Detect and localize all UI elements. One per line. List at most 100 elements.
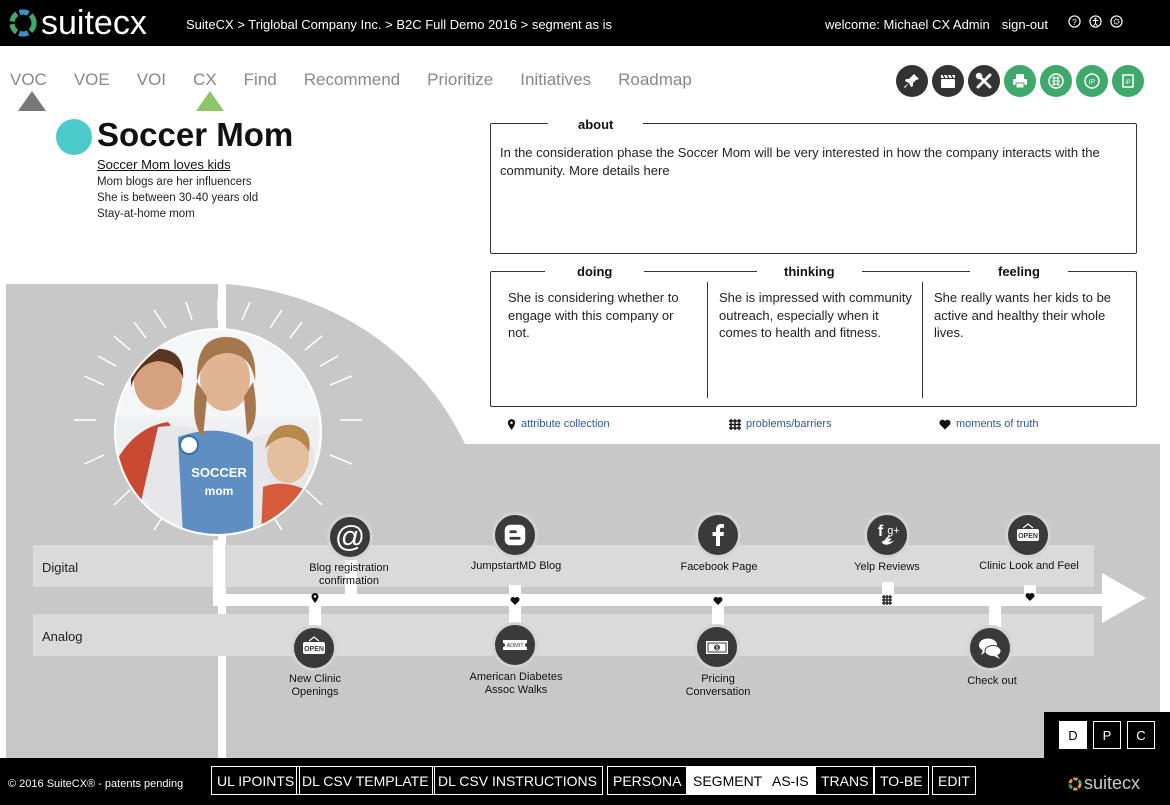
tools-icon[interactable]: [968, 65, 1000, 97]
problem-barrier-icon[interactable]: [882, 595, 892, 605]
ul-ipoints-button[interactable]: UL IPOINTS: [211, 766, 301, 795]
svg-text:g+: g+: [887, 525, 899, 537]
footer-logo: suitecx: [1068, 773, 1140, 794]
chat-bubbles-icon[interactable]: [967, 625, 1013, 671]
dl-csv-instructions-button[interactable]: DL CSV INSTRUCTIONS: [432, 766, 603, 795]
facebook-icon[interactable]: [695, 512, 741, 558]
barrier-icon: [729, 418, 741, 430]
nav-find[interactable]: Find: [244, 70, 277, 90]
persona-attribute: She is between 30-40 years old: [97, 192, 259, 204]
svg-text:ADMIT: ADMIT: [506, 643, 524, 649]
svg-text:SOCCER: SOCCER: [191, 465, 247, 480]
legend-moments-label: moments of truth: [956, 418, 1039, 430]
svg-text:f: f: [878, 523, 884, 540]
touchpoint-label: JumpstartMD Blog: [470, 560, 562, 572]
view-toggle-c[interactable]: C: [1127, 721, 1155, 749]
open-sign-icon[interactable]: OPEN: [291, 625, 337, 671]
pin-icon: [507, 418, 516, 430]
breadcrumb-company[interactable]: Triglobal Company Inc.: [248, 17, 381, 32]
logo-text: suitecx: [41, 4, 147, 42]
nav-initiatives[interactable]: Initiatives: [520, 70, 591, 90]
svg-text:OPEN: OPEN: [304, 646, 324, 653]
legend-problems[interactable]: problems/barriers: [729, 418, 832, 430]
nav-cx[interactable]: CX: [193, 70, 217, 90]
moment-of-truth-heart-icon[interactable]: [713, 596, 723, 606]
moment-of-truth-heart-icon[interactable]: [510, 596, 520, 606]
breadcrumb-project[interactable]: B2C Full Demo 2016: [396, 17, 517, 32]
toolbar: iP iP: [896, 65, 1144, 97]
svg-text:iP: iP: [1089, 79, 1096, 86]
ip-report-icon[interactable]: iP: [1112, 65, 1144, 97]
touchpoint-label: New Clinic Openings: [289, 673, 341, 698]
grid-icon[interactable]: [1040, 65, 1072, 97]
admit-ticket-icon[interactable]: ADMIT: [492, 622, 538, 668]
view-toggle-d[interactable]: D: [1059, 721, 1087, 749]
cash-icon[interactable]: $: [694, 624, 740, 670]
cx-active-indicator-arrow: [196, 91, 224, 111]
open-sign-icon[interactable]: OPEN: [1005, 512, 1051, 558]
suitecx-logo[interactable]: suitecx: [8, 4, 147, 42]
blogger-icon[interactable]: [492, 512, 538, 558]
settings-icon[interactable]: [1110, 15, 1123, 28]
nav-voe[interactable]: VOE: [74, 70, 110, 90]
edit-button[interactable]: EDIT: [932, 766, 976, 795]
doing-title: doing: [545, 264, 645, 279]
as-is-button[interactable]: AS-IS: [766, 766, 815, 795]
legend-attribute-label: attribute collection: [521, 418, 610, 430]
view-toggle-p[interactable]: P: [1093, 721, 1121, 749]
nav-voi[interactable]: VOI: [137, 70, 166, 90]
analog-lane: [33, 614, 1094, 656]
ip-export-icon[interactable]: iP: [1076, 65, 1108, 97]
social-icons-cluster[interactable]: f g+: [864, 512, 910, 558]
breadcrumb-separator: >: [233, 17, 249, 32]
persona-color-dot: [56, 119, 92, 155]
at-sign-icon[interactable]: @: [327, 514, 373, 560]
trans-button[interactable]: TRANS: [815, 766, 875, 795]
breadcrumb-separator: >: [381, 17, 397, 32]
legend-moments[interactable]: moments of truth: [939, 418, 1039, 430]
analog-lane-label: Analog: [42, 629, 83, 644]
touchpoint-label: Check out: [967, 675, 1017, 687]
legend-problems-label: problems/barriers: [746, 418, 832, 430]
help-icon[interactable]: ?: [1068, 15, 1081, 28]
user-name: Michael CX Admin: [883, 17, 990, 32]
persona-attribute: Mom blogs are her influencers: [97, 176, 252, 188]
svg-text:?: ?: [1072, 17, 1077, 27]
breadcrumb-current: segment as is: [531, 17, 613, 32]
persona-button[interactable]: PERSONA: [607, 766, 688, 795]
legend-attribute[interactable]: attribute collection: [507, 418, 610, 430]
breadcrumb-suitecx[interactable]: SuiteCX: [186, 17, 234, 32]
print-icon[interactable]: [1004, 65, 1036, 97]
nav-prioritize[interactable]: Prioritize: [427, 70, 493, 90]
touchpoint-label: Facebook Page: [680, 561, 758, 573]
suitecx-logo-icon: [1068, 776, 1082, 791]
footer: © 2016 SuiteCX® - patents pending UL IPO…: [0, 758, 1170, 805]
nav-roadmap[interactable]: Roadmap: [618, 70, 692, 90]
svg-text:@: @: [335, 521, 365, 553]
to-be-button[interactable]: TO-BE: [874, 766, 929, 795]
top-bar: suitecx SuiteCX > Triglobal Company Inc.…: [0, 0, 1170, 46]
persona-tagline[interactable]: Soccer Mom loves kids: [97, 157, 231, 172]
nav-recommend[interactable]: Recommend: [304, 70, 400, 90]
touchpoint-label: Yelp Reviews: [854, 561, 920, 573]
sign-out-link[interactable]: sign-out: [1002, 17, 1048, 32]
digital-lane-label: Digital: [42, 560, 79, 575]
touchpoint-label: Blog registration confirmation: [309, 562, 389, 587]
svg-text:mom: mom: [205, 484, 234, 498]
persona-photo[interactable]: SOCCER mom: [113, 327, 323, 537]
svg-text:$: $: [716, 646, 719, 652]
welcome-label: welcome:: [825, 17, 884, 32]
touchpoint-label: Clinic Look and Feel: [979, 560, 1079, 572]
clapperboard-icon[interactable]: [932, 65, 964, 97]
pin-icon[interactable]: [896, 65, 928, 97]
touchpoint-label: Pricing Conversation: [685, 673, 751, 698]
attribute-pin-icon[interactable]: [310, 593, 320, 603]
welcome-area: welcome: Michael CX Admin sign-out: [825, 17, 1048, 32]
copyright-text: © 2016 SuiteCX® - patents pending: [8, 778, 184, 790]
dl-csv-template-button[interactable]: DL CSV TEMPLATE: [296, 766, 435, 795]
nav-voc[interactable]: VOC: [10, 70, 47, 90]
accessibility-icon[interactable]: [1089, 15, 1102, 28]
breadcrumb-separator: >: [516, 17, 532, 32]
moment-of-truth-heart-icon[interactable]: [1025, 592, 1035, 602]
segment-button[interactable]: SEGMENT: [687, 766, 769, 795]
